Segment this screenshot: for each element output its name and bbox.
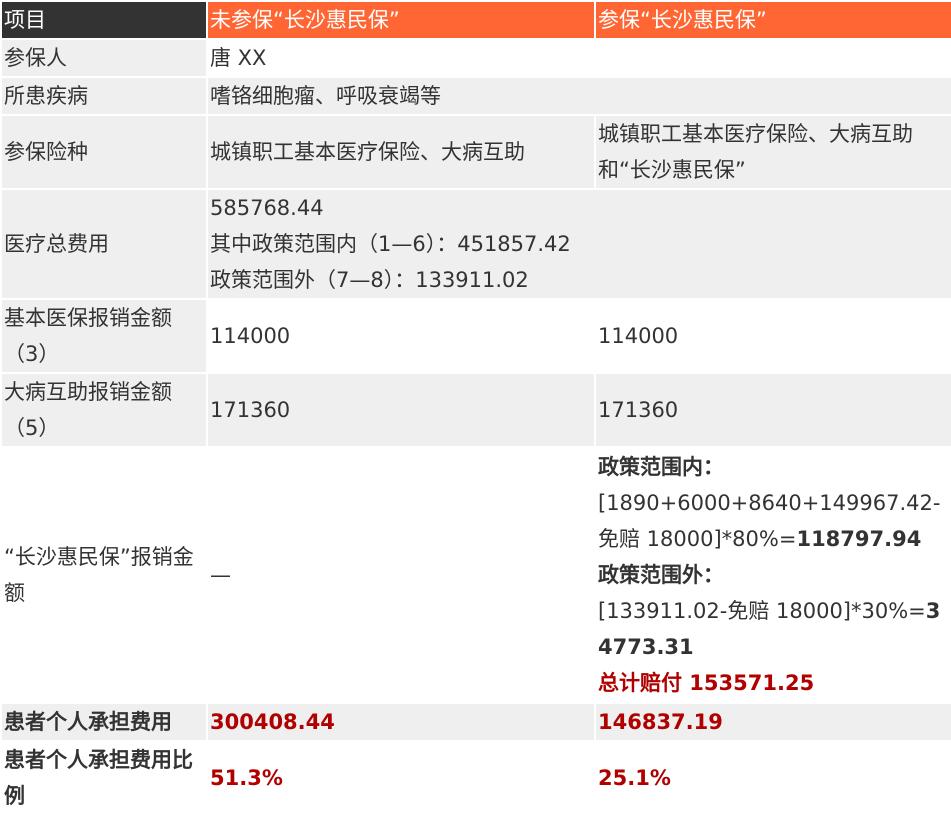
row-critical-reimbursement: 大病互助报销金额（5） 171360 171360 [2, 374, 951, 446]
label-disease: 所患疾病 [2, 78, 206, 114]
value-insurance-type-not-insured: 城镇职工基本医疗保险、大病互助 [208, 116, 594, 188]
row-huiminbao-reimbursement: “长沙惠民保”报销金额 — 政策范围内： [1890+6000+8640+149… [2, 448, 951, 702]
label-personal-ratio: 患者个人承担费用比例 [2, 742, 206, 814]
row-insured-person: 参保人 唐 XX [2, 40, 951, 76]
label-basic-reimbursement: 基本医保报销金额（3） [2, 300, 206, 372]
total-cost-out-policy: 政策范围外（7—8）：133911.02 [210, 268, 529, 292]
total-cost-amount: 585768.44 [210, 196, 324, 220]
row-total-cost: 医疗总费用 585768.44 其中政策范围内（1—6）：451857.42 政… [2, 190, 951, 298]
in-policy-result: 118797.94 [796, 527, 922, 551]
label-insured-person: 参保人 [2, 40, 206, 76]
row-insurance-type: 参保险种 城镇职工基本医疗保险、大病互助 城镇职工基本医疗保险、大病互助和“长沙… [2, 116, 951, 188]
value-basic-reimbursement-not-insured: 114000 [208, 300, 594, 372]
row-personal-cost: 患者个人承担费用 300408.44 146837.19 [2, 704, 951, 740]
row-basic-reimbursement: 基本医保报销金额（3） 114000 114000 [2, 300, 951, 372]
value-insured-person: 唐 XX [208, 40, 951, 76]
label-total-cost: 医疗总费用 [2, 190, 206, 298]
in-policy-title: 政策范围内： [598, 455, 724, 479]
value-personal-cost-insured: 146837.19 [596, 704, 951, 740]
total-payout: 总计赔付 153571.25 [598, 671, 815, 695]
value-disease: 嗜铬细胞瘤、呼吸衰竭等 [208, 78, 951, 114]
comparison-table: 项目 未参保“长沙惠民保” 参保“长沙惠民保” 参保人 唐 XX 所患疾病 嗜铬… [0, 0, 951, 816]
header-row: 项目 未参保“长沙惠民保” 参保“长沙惠民保” [2, 2, 951, 38]
value-personal-ratio-insured: 25.1% [596, 742, 951, 814]
label-huiminbao-reimbursement: “长沙惠民保”报销金额 [2, 448, 206, 702]
row-disease: 所患疾病 嗜铬细胞瘤、呼吸衰竭等 [2, 78, 951, 114]
value-total-cost: 585768.44 其中政策范围内（1—6）：451857.42 政策范围外（7… [208, 190, 951, 298]
header-item: 项目 [2, 2, 206, 38]
label-critical-reimbursement: 大病互助报销金额（5） [2, 374, 206, 446]
value-basic-reimbursement-insured: 114000 [596, 300, 951, 372]
header-not-insured: 未参保“长沙惠民保” [208, 2, 594, 38]
out-policy-title: 政策范围外： [598, 563, 724, 587]
row-personal-ratio: 患者个人承担费用比例 51.3% 25.1% [2, 742, 951, 814]
out-policy-formula: [133911.02-免赔 18000]*30%= [598, 599, 926, 623]
header-insured: 参保“长沙惠民保” [596, 2, 951, 38]
value-personal-cost-not-insured: 300408.44 [208, 704, 594, 740]
value-huiminbao-insured: 政策范围内： [1890+6000+8640+149967.42-免赔 1800… [596, 448, 951, 702]
value-insurance-type-insured: 城镇职工基本医疗保险、大病互助和“长沙惠民保” [596, 116, 951, 188]
value-personal-ratio-not-insured: 51.3% [208, 742, 594, 814]
value-critical-reimbursement-not-insured: 171360 [208, 374, 594, 446]
label-insurance-type: 参保险种 [2, 116, 206, 188]
total-cost-in-policy: 其中政策范围内（1—6）：451857.42 [210, 232, 571, 256]
label-personal-cost: 患者个人承担费用 [2, 704, 206, 740]
value-critical-reimbursement-insured: 171360 [596, 374, 951, 446]
value-huiminbao-not-insured: — [208, 448, 594, 702]
